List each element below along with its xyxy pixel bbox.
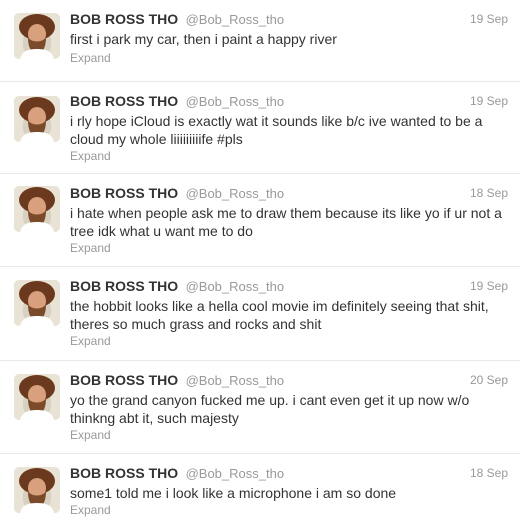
author-name[interactable]: BOB ROSS THO (70, 465, 178, 481)
avatar-image (14, 374, 60, 420)
author-name[interactable]: BOB ROSS THO (70, 11, 178, 27)
tweet[interactable]: BOB ROSS THO @Bob_Ross_tho 19 Sep i rly … (0, 82, 520, 174)
tweet-text: i rly hope iCloud is exactly wat it soun… (70, 113, 483, 147)
tweet-timestamp[interactable]: 18 Sep (470, 186, 508, 200)
avatar[interactable] (14, 186, 60, 232)
tweet-text: some1 told me i look like a microphone i… (70, 485, 397, 501)
expand-link[interactable]: Expand (70, 428, 111, 442)
tweet-text: the hobbit looks like a hella cool movie… (70, 298, 489, 332)
author-name[interactable]: BOB ROSS THO (70, 93, 178, 109)
tweet[interactable]: BOB ROSS THO @Bob_Ross_tho 19 Sep first … (0, 0, 520, 82)
expand-link[interactable]: Expand (70, 149, 111, 163)
avatar-image (14, 467, 60, 513)
tweet-feed: BOB ROSS THO @Bob_Ross_tho 19 Sep first … (0, 0, 520, 529)
avatar[interactable] (14, 13, 60, 59)
avatar-image (14, 280, 60, 326)
avatar[interactable] (14, 374, 60, 420)
avatar-image (14, 96, 60, 142)
tweet[interactable]: BOB ROSS THO @Bob_Ross_tho 18 Sep i hate… (0, 174, 520, 267)
avatar-image (14, 13, 60, 59)
expand-link[interactable]: Expand (70, 334, 111, 348)
tweet-header: BOB ROSS THO @Bob_Ross_tho 19 Sep (70, 11, 508, 29)
author-handle[interactable]: @Bob_Ross_tho (186, 186, 284, 201)
avatar-image (14, 186, 60, 232)
tweet[interactable]: BOB ROSS THO @Bob_Ross_tho 20 Sep yo the… (0, 361, 520, 454)
avatar[interactable] (14, 467, 60, 513)
tweet-timestamp[interactable]: 19 Sep (470, 94, 508, 108)
tweet-header: BOB ROSS THO @Bob_Ross_tho 19 Sep (70, 278, 508, 296)
author-handle[interactable]: @Bob_Ross_tho (186, 279, 284, 294)
author-name[interactable]: BOB ROSS THO (70, 372, 178, 388)
tweet-timestamp[interactable]: 19 Sep (470, 279, 508, 293)
tweet[interactable]: BOB ROSS THO @Bob_Ross_tho 18 Sep some1 … (0, 454, 520, 529)
tweet-header: BOB ROSS THO @Bob_Ross_tho 20 Sep (70, 372, 508, 390)
author-handle[interactable]: @Bob_Ross_tho (186, 466, 284, 481)
avatar[interactable] (14, 280, 60, 326)
tweet-timestamp[interactable]: 19 Sep (470, 12, 508, 26)
tweet-text: yo the grand canyon fucked me up. i cant… (70, 392, 470, 426)
tweet-header: BOB ROSS THO @Bob_Ross_tho 18 Sep (70, 185, 508, 203)
author-name[interactable]: BOB ROSS THO (70, 278, 178, 294)
expand-link[interactable]: Expand (70, 51, 111, 65)
expand-link[interactable]: Expand (70, 503, 111, 517)
author-name[interactable]: BOB ROSS THO (70, 185, 178, 201)
author-handle[interactable]: @Bob_Ross_tho (186, 12, 284, 27)
author-handle[interactable]: @Bob_Ross_tho (186, 373, 284, 388)
tweet-timestamp[interactable]: 18 Sep (470, 466, 508, 480)
avatar[interactable] (14, 96, 60, 142)
author-handle[interactable]: @Bob_Ross_tho (186, 94, 284, 109)
expand-link[interactable]: Expand (70, 241, 111, 255)
tweet-timestamp[interactable]: 20 Sep (470, 373, 508, 387)
tweet[interactable]: BOB ROSS THO @Bob_Ross_tho 19 Sep the ho… (0, 267, 520, 361)
tweet-header: BOB ROSS THO @Bob_Ross_tho 18 Sep (70, 465, 508, 483)
tweet-text: first i park my car, then i paint a happ… (70, 31, 337, 47)
tweet-header: BOB ROSS THO @Bob_Ross_tho 19 Sep (70, 93, 508, 111)
tweet-text: i hate when people ask me to draw them b… (70, 205, 502, 239)
